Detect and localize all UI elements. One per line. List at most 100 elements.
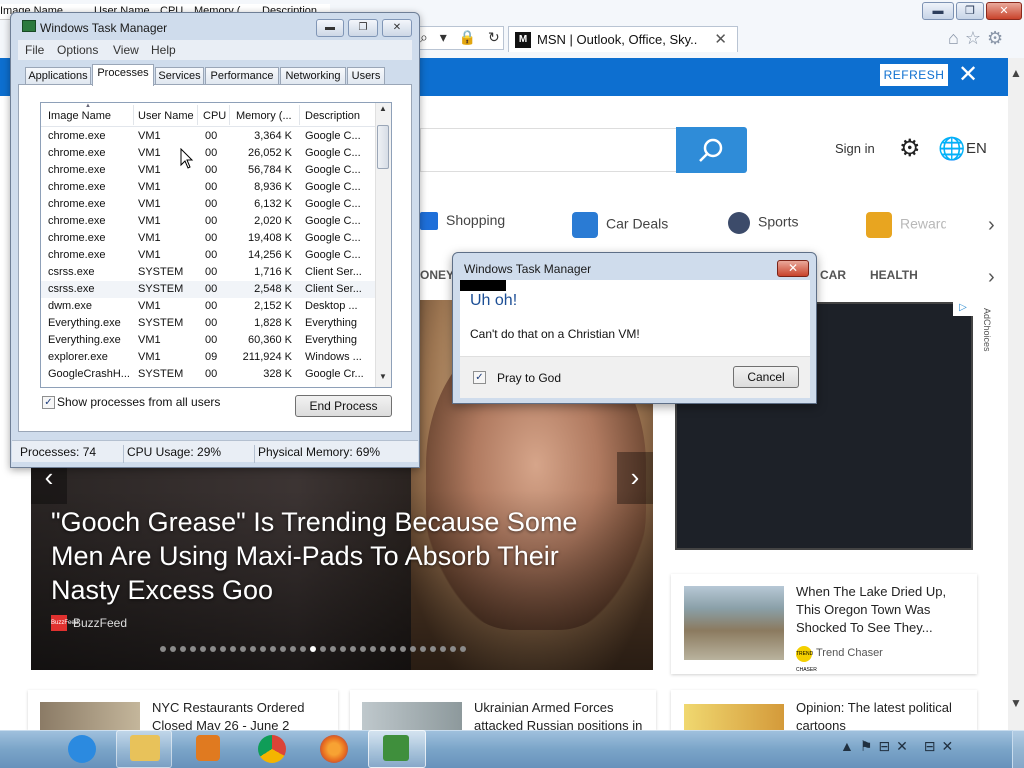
table-row[interactable]: chrome.exe VM1 00 3,364 K Google C...	[41, 128, 375, 145]
carousel-dot[interactable]	[360, 646, 366, 652]
carousel-dot[interactable]	[230, 646, 236, 652]
nav-item-shopping[interactable]: Shopping	[420, 212, 505, 242]
scroll-up-icon[interactable]: ▲	[1010, 66, 1022, 80]
table-row[interactable]: explorer.exe VM1 09 211,924 K Windows ...	[41, 349, 375, 366]
table-row[interactable]: chrome.exe VM1 00 56,784 K Google C...	[41, 162, 375, 179]
menu-help[interactable]: Help	[151, 43, 176, 57]
carousel-dot[interactable]	[420, 646, 426, 652]
tab-users[interactable]: Users	[347, 67, 385, 85]
task-manager-taskbar-icon[interactable]	[383, 735, 409, 761]
col-memory[interactable]: Memory (...	[236, 110, 298, 122]
carousel-dot[interactable]	[250, 646, 256, 652]
process-scroll-up-icon[interactable]: ▲	[379, 104, 387, 113]
refresh-button[interactable]: REFRESH	[880, 64, 948, 86]
table-row[interactable]: Everything.exe SYSTEM 00 1,828 K Everything	[41, 315, 375, 332]
carousel-dot[interactable]	[290, 646, 296, 652]
ad-play-icon[interactable]: ▷	[953, 302, 973, 316]
ie-close-button[interactable]: ✕	[986, 2, 1022, 20]
sign-in-link[interactable]: Sign in	[835, 141, 875, 156]
nav-next-chevron-icon[interactable]: ›	[988, 214, 995, 237]
carousel-dot[interactable]	[300, 646, 306, 652]
tab-msn[interactable]: M MSN | Outlook, Office, Sky... ✕	[508, 26, 738, 52]
adchoices-label[interactable]: AdChoices	[982, 308, 992, 352]
col-user-name[interactable]: User Name	[138, 110, 198, 122]
col-description[interactable]: Description	[305, 110, 373, 122]
carousel-dot[interactable]	[320, 646, 326, 652]
process-scroll-down-icon[interactable]: ▼	[379, 372, 387, 381]
carousel-dot[interactable]	[340, 646, 346, 652]
menu-options[interactable]: Options	[57, 43, 98, 57]
firefox-icon[interactable]	[320, 735, 348, 763]
carousel-dot[interactable]	[460, 646, 466, 652]
table-row[interactable]: chrome.exe VM1 00 19,408 K Google C...	[41, 230, 375, 247]
table-row[interactable]: Everything.exe VM1 00 60,360 K Everything	[41, 332, 375, 349]
carousel-dot[interactable]	[190, 646, 196, 652]
column-divider[interactable]	[197, 105, 198, 125]
card-title[interactable]: Opinion: The latest political cartoons	[796, 699, 966, 730]
tab-processes[interactable]: Processes	[92, 64, 154, 86]
card-title[interactable]: Ukrainian Armed Forces attacked Russian …	[474, 699, 650, 730]
carousel-dot[interactable]	[170, 646, 176, 652]
column-divider[interactable]	[133, 105, 134, 125]
carousel-dot[interactable]	[430, 646, 436, 652]
language-selector[interactable]: EN	[966, 140, 987, 157]
tm-minimize-button[interactable]: ▬	[316, 19, 344, 37]
carousel-dot[interactable]	[410, 646, 416, 652]
tab-networking[interactable]: Networking	[280, 67, 346, 85]
subnav-next-chevron-icon[interactable]: ›	[988, 266, 995, 289]
carousel-dot[interactable]	[220, 646, 226, 652]
carousel-dot[interactable]	[210, 646, 216, 652]
hero-headline[interactable]: "Gooch Grease" Is Trending Because Some …	[51, 505, 611, 607]
globe-icon[interactable]: 🌐	[938, 136, 965, 162]
table-row[interactable]: chrome.exe VM1 00 26,052 K Google C...	[41, 145, 375, 162]
carousel-dot[interactable]	[400, 646, 406, 652]
carousel-dot[interactable]	[280, 646, 286, 652]
tab-close-icon[interactable]: ✕	[714, 30, 727, 48]
tm-close-button[interactable]: ✕	[382, 19, 412, 37]
nav-item-sports[interactable]: Sports	[728, 212, 798, 242]
ie-tools-icons[interactable]: ⌂☆⚙	[948, 28, 1009, 49]
carousel-dot[interactable]	[160, 646, 166, 652]
column-divider[interactable]	[229, 105, 230, 125]
internet-explorer-icon[interactable]	[68, 735, 96, 763]
tab-performance[interactable]: Performance	[205, 67, 279, 85]
chrome-icon[interactable]	[258, 735, 286, 763]
search-button[interactable]	[676, 127, 747, 173]
msn-search-input[interactable]	[420, 128, 678, 172]
nav-item-rewards[interactable]: Rewards	[866, 212, 946, 242]
table-row[interactable]: chrome.exe VM1 00 8,936 K Google C...	[41, 179, 375, 196]
carousel-dot[interactable]	[240, 646, 246, 652]
col-image-name[interactable]: Image Name	[48, 110, 134, 122]
file-explorer-icon[interactable]	[130, 735, 160, 761]
col-cpu[interactable]: CPU	[203, 110, 231, 122]
address-bar-icons[interactable]: ⌕ ▾ 🔒 ↻	[420, 29, 504, 46]
ie-minimize-button[interactable]: ▬	[922, 2, 954, 20]
hero-next-arrow-icon[interactable]: ›	[617, 452, 653, 504]
carousel-dot[interactable]	[440, 646, 446, 652]
table-row[interactable]: chrome.exe VM1 00 2,020 K Google C...	[41, 213, 375, 230]
show-all-users-checkbox[interactable]: ✓	[42, 396, 55, 409]
table-row[interactable]: chrome.exe VM1 00 6,132 K Google C...	[41, 196, 375, 213]
carousel-dot[interactable]	[350, 646, 356, 652]
process-scroll-thumb[interactable]	[377, 125, 389, 169]
carousel-dot[interactable]	[450, 646, 456, 652]
table-row[interactable]: GoogleCrashH... SYSTEM 00 328 K Google Cr...	[41, 366, 375, 383]
card-title[interactable]: When The Lake Dried Up, This Oregon Town…	[796, 583, 966, 637]
end-process-button[interactable]: End Process	[295, 395, 392, 417]
pray-checkbox-label[interactable]: Pray to God	[497, 371, 561, 385]
table-row[interactable]: chrome.exe VM1 00 14,256 K Google C...	[41, 247, 375, 264]
scroll-down-icon[interactable]: ▼	[1010, 696, 1022, 710]
ie-maximize-button[interactable]: ❐	[956, 2, 984, 20]
tm-maximize-button[interactable]: ❐	[348, 19, 378, 37]
menu-view[interactable]: View	[113, 43, 139, 57]
pray-checkbox[interactable]: ✓	[473, 371, 486, 384]
menu-file[interactable]: File	[25, 43, 44, 57]
carousel-dots[interactable]	[160, 646, 466, 656]
media-player-icon[interactable]	[196, 735, 220, 761]
carousel-dot[interactable]	[370, 646, 376, 652]
carousel-dot[interactable]	[390, 646, 396, 652]
tab-services[interactable]: Services	[155, 67, 204, 85]
system-tray-icons[interactable]: ▲⚑⊟✕ ⊟✕	[840, 738, 959, 755]
page-scrollbar[interactable]	[1008, 58, 1024, 730]
show-desktop-button[interactable]	[1012, 730, 1024, 768]
